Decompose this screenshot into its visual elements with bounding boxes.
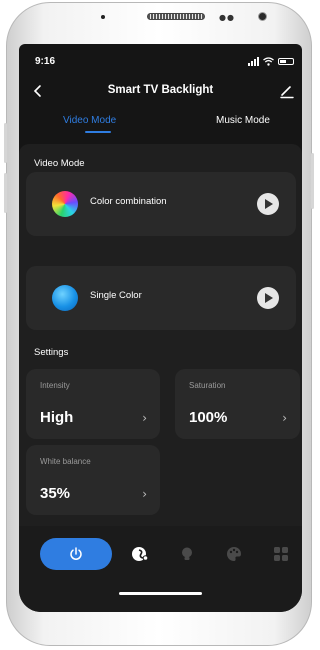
status-bar: 9:16 <box>19 56 302 70</box>
grid-icon[interactable] <box>272 545 290 563</box>
settings-section-label: Settings <box>34 347 69 358</box>
single-color-icon <box>52 285 78 311</box>
play-icon[interactable] <box>257 193 279 215</box>
earpiece-speaker <box>147 13 205 20</box>
sensor-dots: ●● <box>219 13 235 22</box>
battery-icon <box>278 58 294 65</box>
edit-icon[interactable] <box>278 82 296 100</box>
video-mode-icon[interactable] <box>131 545 149 563</box>
chevron-right-icon: › <box>142 487 147 501</box>
saturation-card[interactable]: Saturation 100% › <box>175 369 300 439</box>
volume-button <box>4 173 7 213</box>
color-combination-card[interactable]: Color combination <box>26 172 296 236</box>
app-header: Smart TV Backlight <box>19 80 302 104</box>
status-icons <box>248 57 294 66</box>
intensity-value: High <box>40 409 74 426</box>
saturation-label: Saturation <box>189 381 226 390</box>
active-tab-indicator <box>85 131 111 133</box>
light-bulb-icon[interactable] <box>178 545 196 563</box>
saturation-value: 100% <box>189 409 228 426</box>
proximity-sensor <box>101 15 105 19</box>
home-indicator[interactable] <box>119 592 202 595</box>
mode-tabs: Video Mode Music Mode <box>19 110 302 136</box>
white-balance-value: 35% <box>40 485 71 502</box>
chevron-right-icon: › <box>142 411 147 425</box>
intensity-label: Intensity <box>40 381 70 390</box>
front-camera <box>258 12 267 21</box>
bottom-nav <box>19 526 302 612</box>
app-screen: 9:16 Smart TV Backlight Video Mode Music… <box>19 44 302 612</box>
palette-icon[interactable] <box>225 545 243 563</box>
video-mode-section-label: Video Mode <box>34 158 85 169</box>
page-title: Smart TV Backlight <box>107 84 214 96</box>
tab-video-mode[interactable]: Video Mode <box>63 115 116 126</box>
power-icon <box>70 547 82 560</box>
chevron-right-icon: › <box>282 411 287 425</box>
power-side-button <box>311 153 314 209</box>
single-color-card[interactable]: Single Color <box>26 266 296 330</box>
power-button[interactable] <box>40 538 112 570</box>
color-combination-icon <box>52 191 78 217</box>
wifi-icon <box>263 57 274 66</box>
intensity-card[interactable]: Intensity High › <box>26 369 160 439</box>
white-balance-label: White balance <box>40 457 91 466</box>
status-time: 9:16 <box>35 56 56 67</box>
play-icon[interactable] <box>257 287 279 309</box>
signal-icon <box>248 57 259 66</box>
color-combination-label: Color combination <box>90 196 167 207</box>
white-balance-card[interactable]: White balance 35% › <box>26 445 160 515</box>
tab-music-mode[interactable]: Music Mode <box>216 115 270 126</box>
volume-button <box>4 123 7 163</box>
single-color-label: Single Color <box>90 290 142 301</box>
